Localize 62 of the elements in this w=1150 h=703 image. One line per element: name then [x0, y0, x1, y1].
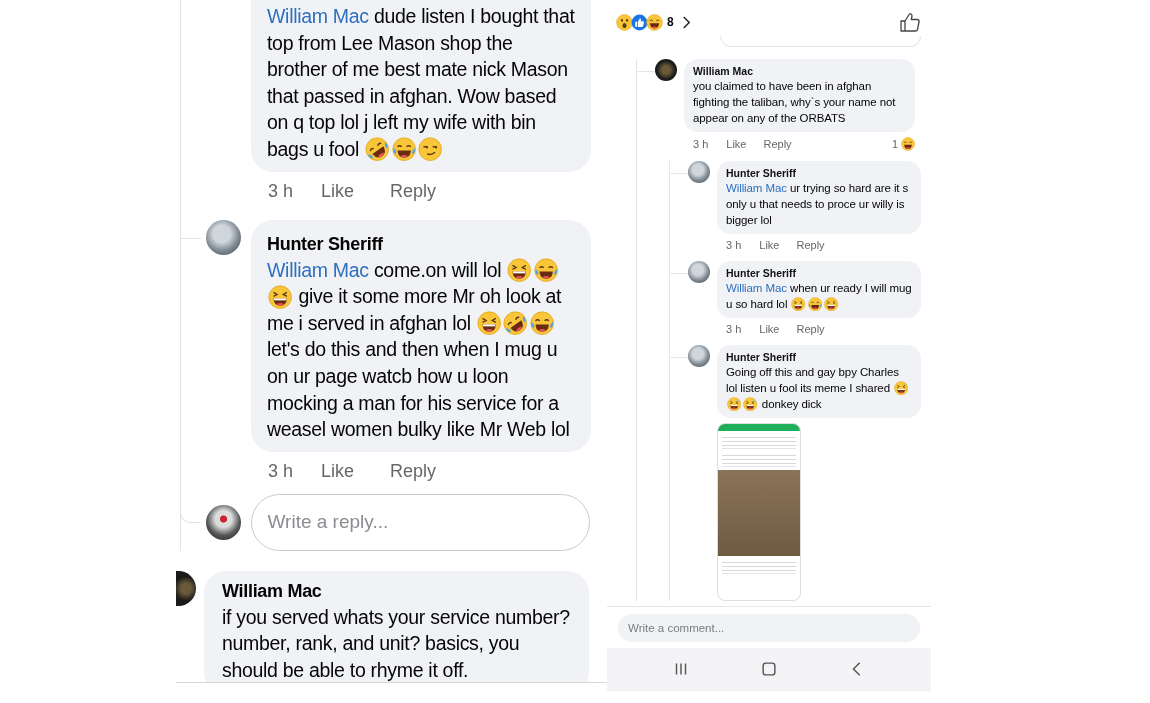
like-link[interactable]: Like: [759, 239, 780, 251]
comment-text: William Mac dude listen I bought that top from Lee Mason shop the brother of me best mate nick Mason that passed in afghan. Wow based on q top lol j left my wife with bin bags u fool: [267, 4, 576, 163]
laughing-face-icon: [646, 13, 663, 31]
laughing-face-icon: [268, 284, 293, 309]
timestamp: 3 h: [693, 138, 709, 150]
timestamp: 3 h: [268, 460, 294, 482]
thumbs-up-icon[interactable]: [899, 11, 921, 33]
mention-link[interactable]: William Mac: [726, 182, 787, 194]
crying-laughing-face-icon: [533, 258, 559, 283]
timestamp: 3 h: [726, 323, 742, 335]
rolling-laughing-face-icon: [503, 311, 528, 336]
reaction-count[interactable]: 1: [891, 138, 898, 150]
comment-text: William Mac ur trying so hard are it s only u that needs to proce ur willy is bigger lol: [726, 181, 910, 228]
author-name[interactable]: Hunter Sheriff: [726, 351, 913, 363]
crying-laughing-face-icon: [391, 137, 416, 162]
laughing-face-icon: [507, 258, 532, 283]
sweat-smile-face-icon: [743, 397, 758, 412]
reaction-count[interactable]: 8: [667, 15, 674, 29]
like-link[interactable]: Like: [726, 138, 747, 150]
home-icon[interactable]: [760, 660, 778, 678]
avatar[interactable]: [176, 570, 196, 606]
reply-link[interactable]: Reply: [763, 138, 792, 150]
like-link[interactable]: Like: [321, 460, 355, 482]
like-link[interactable]: Like: [321, 180, 355, 202]
comment-field[interactable]: Write a comment...: [618, 614, 920, 642]
rolling-laughing-face-icon: [365, 137, 390, 162]
reply-field[interactable]: Write a reply...: [250, 493, 590, 551]
laughing-face-icon: [791, 297, 806, 312]
reply-link[interactable]: Reply: [796, 239, 825, 251]
author-name[interactable]: Hunter Sheriff: [726, 167, 913, 179]
smirking-face-icon: [418, 137, 443, 162]
reply-link[interactable]: Reply: [796, 323, 825, 335]
timestamp: 3 h: [726, 239, 742, 251]
chevron-right-icon[interactable]: [681, 14, 691, 30]
comment-text: if you served whats your service number? number, rank, and unit? basics, you should be able to rhyme it off.: [222, 604, 571, 682]
avatar[interactable]: [205, 504, 241, 540]
timestamp: 3 h: [268, 180, 294, 202]
mention-link[interactable]: William Mac: [267, 258, 369, 281]
author-name[interactable]: William Mac: [222, 580, 575, 602]
crying-laughing-face-icon: [807, 297, 823, 312]
author-name[interactable]: Hunter Sheriff: [267, 233, 577, 255]
like-link[interactable]: Like: [759, 323, 780, 335]
author-name[interactable]: William Mac: [693, 65, 907, 77]
shared-screenshot-image[interactable]: [717, 423, 801, 601]
comment-text: William Mac come.on will lol give it some more Mr oh look at me i served in afghan lol let's do this and then when I mug u on ur page watcb how u loon mocking a man for his service for a weasel women bulky like Mr Web lol: [267, 257, 571, 443]
laughing-face-icon: [901, 137, 915, 151]
author-name[interactable]: Hunter Sheriff: [726, 267, 913, 279]
mention-link[interactable]: William Mac: [726, 282, 787, 294]
reply-link[interactable]: Reply: [390, 180, 437, 202]
surprised-face-icon: [616, 13, 633, 31]
reply-link[interactable]: Reply: [390, 460, 437, 482]
avatar[interactable]: [655, 59, 677, 81]
comment-text: William Mac when ur ready I will mug u so hard lol: [726, 281, 913, 312]
crying-laughing-face-icon: [529, 311, 555, 336]
comment-text: Going off this and gay bpy Charles lol listen u fool its meme I shared donkey dick: [726, 364, 913, 412]
sweat-smile-face-icon: [894, 381, 909, 396]
comment-text: you claimed to have been in afghan fighting the taliban, why`s your name not appear on any of the ORBATS: [693, 79, 897, 126]
thumbs-up-icon: [631, 13, 648, 31]
mention-link[interactable]: William Mac: [267, 5, 369, 27]
laughing-face-icon: [477, 311, 502, 336]
sweat-smile-face-icon: [727, 397, 742, 412]
laughing-face-icon: [824, 297, 839, 312]
